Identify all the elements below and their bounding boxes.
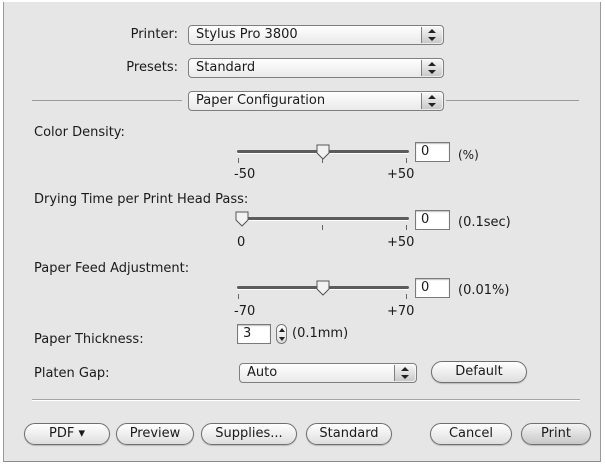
default-button[interactable]: Default bbox=[431, 361, 527, 383]
drying-time-slider-thumb-icon[interactable] bbox=[235, 211, 249, 227]
color-density-max-label: +50 bbox=[387, 167, 415, 182]
drying-time-max-label: +50 bbox=[387, 235, 415, 250]
platen-gap-popup[interactable]: Auto bbox=[239, 363, 417, 383]
paper-feed-label: Paper Feed Adjustment: bbox=[34, 261, 190, 276]
color-density-tick-mid bbox=[322, 158, 323, 163]
up-down-arrows-icon bbox=[394, 365, 415, 381]
presets-popup[interactable]: Standard bbox=[188, 58, 444, 78]
paper-thickness-stepper-icon[interactable] bbox=[276, 324, 287, 344]
drying-time-unit: (0.1sec) bbox=[458, 215, 511, 230]
paper-feed-unit: (0.01%) bbox=[458, 283, 510, 298]
drying-time-min-label: 0 bbox=[237, 235, 246, 250]
platen-gap-value: Auto bbox=[247, 365, 278, 380]
paper-feed-min-label: -70 bbox=[234, 304, 256, 319]
presets-value: Standard bbox=[196, 60, 256, 75]
supplies-button[interactable]: Supplies... bbox=[201, 423, 297, 445]
print-dialog: Printer: Stylus Pro 3800 Presets: Standa… bbox=[3, 2, 601, 462]
standard-button[interactable]: Standard bbox=[306, 423, 392, 445]
up-down-arrows-icon bbox=[421, 27, 442, 43]
drying-time-tick-max bbox=[406, 225, 407, 230]
color-density-unit: (%) bbox=[458, 148, 479, 162]
footer-divider bbox=[32, 399, 580, 401]
cancel-button[interactable]: Cancel bbox=[430, 423, 512, 445]
pdf-menu-button[interactable]: PDF ▾ bbox=[24, 423, 110, 445]
paper-feed-slider-thumb-icon[interactable] bbox=[316, 280, 330, 296]
printer-value: Stylus Pro 3800 bbox=[196, 27, 298, 42]
drying-time-input[interactable]: 0 bbox=[415, 210, 450, 230]
drying-time-label: Drying Time per Print Head Pass: bbox=[34, 192, 249, 207]
color-density-min-label: -50 bbox=[234, 167, 256, 182]
drying-time-slider-track[interactable] bbox=[237, 217, 409, 220]
color-density-label: Color Density: bbox=[34, 125, 125, 140]
paper-feed-max-label: +70 bbox=[387, 304, 415, 319]
paper-feed-input[interactable]: 0 bbox=[415, 278, 450, 298]
section-popup[interactable]: Paper Configuration bbox=[188, 91, 444, 111]
printer-label: Printer: bbox=[130, 27, 178, 42]
color-density-slider-thumb-icon[interactable] bbox=[316, 144, 330, 160]
drying-time-tick-mid bbox=[322, 225, 323, 230]
color-density-tick-min bbox=[238, 158, 239, 163]
section-divider-left bbox=[32, 100, 182, 101]
color-density-input[interactable]: 0 bbox=[415, 142, 450, 162]
up-down-arrows-icon bbox=[421, 93, 442, 109]
platen-gap-label: Platen Gap: bbox=[34, 366, 110, 381]
up-down-arrows-icon bbox=[421, 60, 442, 76]
section-divider-right bbox=[446, 100, 579, 101]
color-density-tick-max bbox=[406, 158, 407, 163]
paper-feed-tick-min bbox=[238, 294, 239, 299]
paper-thickness-input[interactable]: 3 bbox=[237, 324, 271, 344]
presets-label: Presets: bbox=[126, 60, 178, 75]
paper-thickness-label: Paper Thickness: bbox=[34, 332, 144, 347]
preview-button[interactable]: Preview bbox=[116, 423, 194, 445]
print-button[interactable]: Print bbox=[521, 423, 591, 445]
paper-thickness-unit: (0.1mm) bbox=[292, 326, 349, 341]
section-value: Paper Configuration bbox=[196, 93, 326, 108]
printer-popup[interactable]: Stylus Pro 3800 bbox=[188, 25, 444, 45]
paper-feed-tick-max bbox=[406, 294, 407, 299]
